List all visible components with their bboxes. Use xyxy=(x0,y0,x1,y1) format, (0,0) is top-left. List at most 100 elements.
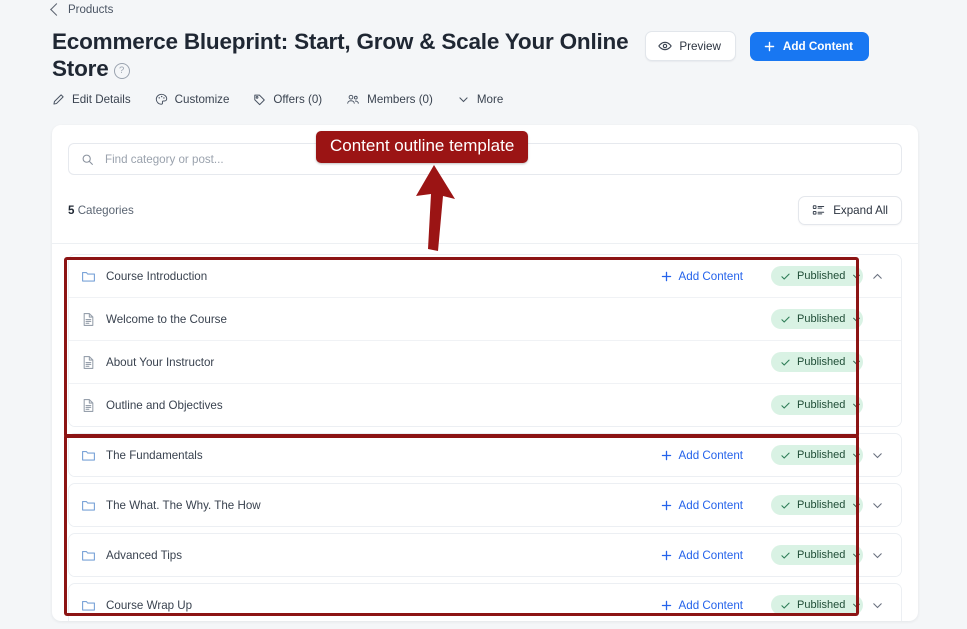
outline-group: Course Introduction Add Content Published W… xyxy=(68,254,902,427)
row-add-content-label: Add Content xyxy=(678,548,743,562)
outline-group: The What. The Why. The How Add Content Pub… xyxy=(68,483,902,527)
category-row-label: The Fundamentals xyxy=(106,448,203,462)
category-row[interactable]: Course Wrap Up Add Content Published xyxy=(69,584,901,621)
status-badge[interactable]: Published xyxy=(771,266,863,286)
status-badge[interactable]: Published xyxy=(771,595,863,615)
category-row[interactable]: Course Introduction Add Content Published xyxy=(69,255,901,297)
status-badge-label: Published xyxy=(797,270,846,282)
add-content-button[interactable]: Add Content xyxy=(749,31,869,61)
category-row[interactable]: The Fundamentals Add Content Published xyxy=(69,434,901,476)
row-add-content-link[interactable]: Add Content xyxy=(660,549,743,562)
expand-group-button[interactable] xyxy=(863,599,891,612)
tab-more[interactable]: More xyxy=(457,93,503,106)
expand-group-button[interactable] xyxy=(863,449,891,462)
plus-icon xyxy=(660,549,673,562)
breadcrumb-label[interactable]: Products xyxy=(68,4,113,16)
status-badge[interactable]: Published xyxy=(771,352,863,372)
plus-icon xyxy=(660,499,673,512)
check-icon xyxy=(780,550,791,561)
plus-icon xyxy=(763,40,776,53)
tab-offers-label: Offers (0) xyxy=(273,93,323,106)
category-row[interactable]: The What. The Why. The How Add Content Pub… xyxy=(69,484,901,526)
status-badge-label: Published xyxy=(797,499,846,511)
check-icon xyxy=(780,600,791,611)
folder-icon xyxy=(81,269,96,284)
tab-edit-details-label: Edit Details xyxy=(72,93,131,106)
folder-icon xyxy=(81,548,96,563)
list-layout-icon xyxy=(812,204,825,217)
outline-list: Course Introduction Add Content Published W… xyxy=(52,244,918,621)
row-add-content-label: Add Content xyxy=(678,598,743,612)
check-icon xyxy=(780,450,791,461)
add-content-button-label: Add Content xyxy=(782,39,853,53)
pencil-icon xyxy=(52,93,65,106)
check-icon xyxy=(780,500,791,511)
status-badge[interactable]: Published xyxy=(771,395,863,415)
status-badge[interactable]: Published xyxy=(771,545,863,565)
category-count: 5 Categories xyxy=(68,204,134,217)
row-add-content-link[interactable]: Add Content xyxy=(660,270,743,283)
folder-icon xyxy=(81,598,96,613)
status-badge-label: Published xyxy=(797,549,846,561)
preview-button[interactable]: Preview xyxy=(645,31,736,61)
content-outline-card: 5 Categories Expand All Course Introduct… xyxy=(52,125,918,621)
post-row-label: About Your Instructor xyxy=(106,355,215,369)
status-badge[interactable]: Published xyxy=(771,495,863,515)
chevron-down-icon xyxy=(851,500,862,511)
row-add-content-link[interactable]: Add Content xyxy=(660,599,743,612)
post-row-label: Welcome to the Course xyxy=(106,312,227,326)
chevron-down-icon xyxy=(851,600,862,611)
post-row[interactable]: Outline and Objectives Published xyxy=(69,383,901,426)
search-icon xyxy=(81,153,94,166)
folder-icon xyxy=(81,448,96,463)
annotation-label: Content outline template xyxy=(316,131,529,163)
tab-offers[interactable]: Offers (0) xyxy=(253,93,322,106)
document-icon xyxy=(81,398,96,413)
breadcrumb[interactable]: Products xyxy=(50,3,113,16)
question-mark-icon[interactable]: ? xyxy=(113,63,130,79)
row-chevron-down-icon xyxy=(871,499,884,512)
plus-icon xyxy=(660,270,673,283)
expand-group-button[interactable] xyxy=(863,549,891,562)
row-add-content-label: Add Content xyxy=(678,448,743,462)
category-row-label: The What. The Why. The How xyxy=(106,498,261,512)
plus-icon xyxy=(660,599,673,612)
status-badge-label: Published xyxy=(797,449,846,461)
status-badge[interactable]: Published xyxy=(771,445,863,465)
status-badge[interactable]: Published xyxy=(771,309,863,329)
category-row-label: Advanced Tips xyxy=(106,548,183,562)
chevron-down-icon xyxy=(851,271,862,282)
outline-group: Course Wrap Up Add Content Published xyxy=(68,583,902,621)
chevron-down-icon xyxy=(851,314,862,325)
check-icon xyxy=(780,357,791,368)
row-chevron-down-icon xyxy=(871,549,884,562)
status-badge-label: Published xyxy=(797,399,846,411)
eye-icon xyxy=(658,39,673,53)
row-chevron-up-icon xyxy=(871,270,884,283)
row-add-content-link[interactable]: Add Content xyxy=(660,449,743,462)
collapse-group-button[interactable] xyxy=(863,270,891,283)
category-row-label: Course Wrap Up xyxy=(106,598,193,612)
status-badge-label: Published xyxy=(797,599,846,611)
chevron-down-icon xyxy=(851,450,862,461)
category-row[interactable]: Advanced Tips Add Content Published xyxy=(69,534,901,576)
page-title-text: Ecommerce Blueprint: Start, Grow & Scale… xyxy=(52,29,629,81)
row-add-content-label: Add Content xyxy=(678,498,743,512)
tab-edit-details[interactable]: Edit Details xyxy=(52,93,131,106)
check-icon xyxy=(780,271,791,282)
expand-group-button[interactable] xyxy=(863,499,891,512)
expand-all-button[interactable]: Expand All xyxy=(798,195,902,225)
tab-more-label: More xyxy=(476,93,504,106)
expand-all-label: Expand All xyxy=(833,203,888,217)
row-add-content-link[interactable]: Add Content xyxy=(660,499,743,512)
outline-group: The Fundamentals Add Content Published xyxy=(68,433,902,477)
post-row[interactable]: Welcome to the Course Published xyxy=(69,297,901,340)
status-badge-label: Published xyxy=(797,356,846,368)
category-count-number: 5 xyxy=(68,203,75,217)
check-icon xyxy=(780,314,791,325)
tab-customize[interactable]: Customize xyxy=(155,93,229,106)
check-icon xyxy=(780,400,791,411)
tab-members[interactable]: Members (0) xyxy=(346,93,433,106)
post-row[interactable]: About Your Instructor Published xyxy=(69,340,901,383)
palette-icon xyxy=(155,93,168,106)
